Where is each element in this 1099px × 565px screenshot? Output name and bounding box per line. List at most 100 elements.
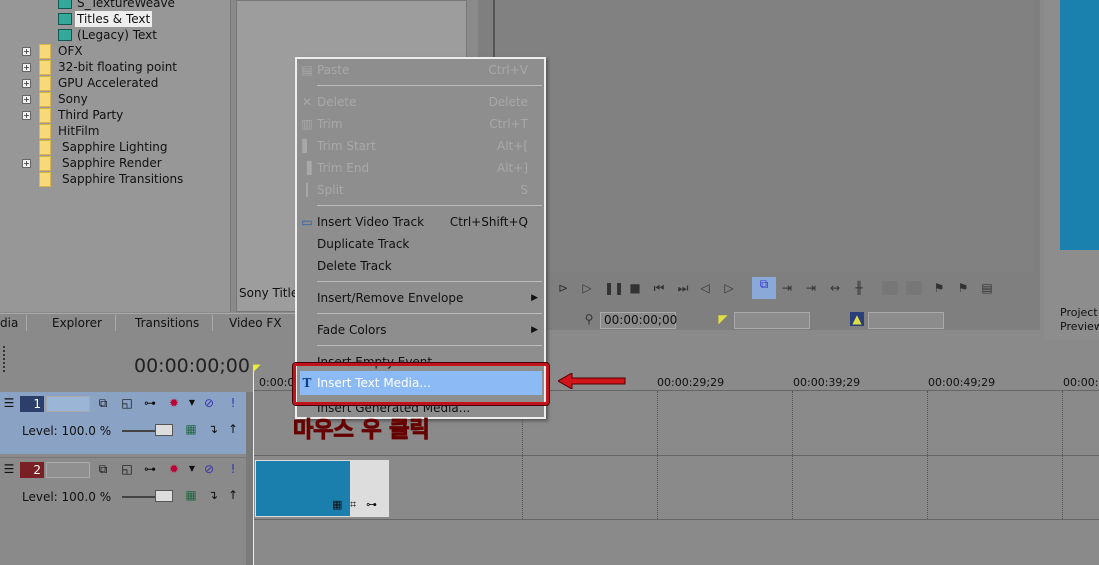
menu-item-shortcut: Ctrl+Shift+Q <box>449 215 528 229</box>
event-fx-icon[interactable]: ▦ <box>184 422 198 436</box>
track-1[interactable]: ☰ 1 ⧉ ◱ ⊶ ✹ ▼ ⊘ ! Level: 100.0 % ▦ ↴ ↑ <box>0 392 246 454</box>
solo-icon[interactable]: ! <box>226 396 240 410</box>
track-fx-icon[interactable]: ⊶ <box>143 462 157 476</box>
track-expand-icon[interactable]: ☰ <box>2 396 16 410</box>
menu-item-trim[interactable]: ▥ Trim Ctrl+T <box>297 114 544 134</box>
menu-item-label: Trim <box>317 117 343 131</box>
trim-icon[interactable]: ⇥ <box>804 281 818 295</box>
expand-icon[interactable]: + <box>22 79 31 88</box>
menu-item-label: Insert Text Media... <box>317 376 431 390</box>
grip-handle[interactable] <box>3 346 6 372</box>
track-level: Level: 100.0 % <box>22 490 112 504</box>
go-end-icon[interactable]: ⏭ <box>676 281 690 295</box>
move-down-icon[interactable]: ↴ <box>206 488 220 502</box>
move-up-icon[interactable]: ↑ <box>226 488 240 502</box>
submenu-arrow-icon: ▶ <box>531 325 538 335</box>
gear-icon[interactable]: ✹ <box>167 396 181 410</box>
track-expand-icon[interactable]: ☰ <box>2 462 16 476</box>
level-slider-handle[interactable] <box>155 490 173 502</box>
track-level: Level: 100.0 % <box>22 424 112 438</box>
annotation-text: 마우스 우 클릭 <box>293 418 431 444</box>
track-number: 1 <box>20 396 44 412</box>
menu-item-label: Insert Video Track <box>317 215 425 229</box>
expand-icon[interactable]: + <box>22 111 31 120</box>
move-down-icon[interactable]: ↴ <box>206 422 220 436</box>
composite-mode-icon[interactable]: ⧉ <box>96 462 110 476</box>
marker-icon[interactable]: ⚑ <box>932 281 946 295</box>
clip-tail[interactable]: ▦ ⌗ ⊶ <box>332 461 388 516</box>
menu-item-insert-remove-envelope[interactable]: Insert/Remove Envelope ▶ <box>297 288 544 308</box>
menu-item-label: Fade Colors <box>317 323 387 337</box>
play-icon[interactable]: ▷ <box>580 281 594 295</box>
track-motion-icon[interactable]: ◱ <box>120 462 134 476</box>
menu-item-label: Delete Track <box>317 259 392 273</box>
playhead[interactable] <box>253 365 254 565</box>
trim-icon[interactable]: ⇥ <box>780 281 794 295</box>
snap-icon[interactable]: ⧉ <box>752 277 776 299</box>
tab-explorer[interactable]: Explorer <box>44 315 116 331</box>
expand-icon[interactable]: + <box>22 63 31 72</box>
chevron-down-icon[interactable]: ▼ <box>185 396 199 410</box>
prev-frame-icon[interactable]: ◁ <box>698 281 712 295</box>
chevron-down-icon[interactable]: ▼ <box>185 462 199 476</box>
split-icon[interactable]: ╫ <box>852 281 866 295</box>
region-marker-icon[interactable]: ⚑ <box>956 281 970 295</box>
menu-item-delete-track[interactable]: Delete Track <box>297 256 544 276</box>
menu-item-shortcut: S <box>520 183 528 197</box>
crop-icon[interactable]: ⌗ <box>350 498 356 512</box>
event-fx-icon[interactable]: ▦ <box>332 498 342 511</box>
menu-item-duplicate-track[interactable]: Duplicate Track <box>297 234 544 254</box>
event-fx-chain-icon[interactable]: ⊶ <box>366 498 377 511</box>
move-up-icon[interactable]: ↑ <box>226 422 240 436</box>
pause-icon[interactable]: ❚❚ <box>604 281 624 295</box>
gear-icon[interactable]: ✹ <box>167 462 181 476</box>
stop-icon[interactable]: ■ <box>628 281 642 295</box>
region-icon[interactable] <box>882 281 898 295</box>
cursor-time-field[interactable]: 00:00:00;00 <box>600 312 677 329</box>
trim-icon[interactable]: ↔ <box>828 281 842 295</box>
track-2[interactable]: ☰ 2 ⧉ ◱ ⊶ ✹ ▼ ⊘ ! Level: 100.0 % ▦ ↴ ↑ <box>0 457 246 519</box>
tab-media[interactable]: dia <box>0 315 28 331</box>
menu-item-fade-colors[interactable]: Fade Colors ▶ <box>297 320 544 340</box>
play-from-start-icon[interactable]: ⊳ <box>556 281 570 295</box>
tree-item-label: 32-bit floating point <box>58 60 178 74</box>
folder-icon <box>39 108 51 123</box>
folder-icon <box>39 76 51 91</box>
menu-item-insert-video-track[interactable]: ▭ Insert Video Track Ctrl+Shift+Q <box>297 212 544 232</box>
selection-start-field[interactable] <box>734 312 810 329</box>
folder-icon <box>39 172 51 187</box>
menu-item-delete[interactable]: ✕ Delete Delete <box>297 92 544 112</box>
solo-icon[interactable]: ! <box>226 462 240 476</box>
menu-item-shortcut: Ctrl+T <box>489 117 528 131</box>
expand-icon[interactable]: + <box>22 95 31 104</box>
selection-length-icon: ▲ <box>850 312 864 326</box>
track-fx-icon[interactable]: ⊶ <box>143 396 157 410</box>
menu-item-split[interactable]: ┃ Split S <box>297 180 544 200</box>
mute-icon[interactable]: ⊘ <box>202 462 216 476</box>
expand-icon[interactable]: + <box>22 47 31 56</box>
mute-icon[interactable]: ⊘ <box>202 396 216 410</box>
track-divider[interactable] <box>246 392 253 565</box>
go-start-icon[interactable]: ⏮ <box>652 281 666 295</box>
region-icon[interactable] <box>906 281 922 295</box>
track-name-field[interactable] <box>46 462 90 478</box>
selection-length-field[interactable] <box>868 312 944 329</box>
menu-item-trim-end[interactable]: ▐ Trim End Alt+] <box>297 158 544 178</box>
track-name-field[interactable] <box>46 396 90 412</box>
menu-item-insert-text-media[interactable]: T Insert Text Media... <box>297 373 544 393</box>
menu-item-paste[interactable]: ▤ Paste Ctrl+V <box>297 60 544 80</box>
track-motion-icon[interactable]: ◱ <box>120 396 134 410</box>
next-frame-icon[interactable]: ▷ <box>722 281 736 295</box>
playhead-marker-icon[interactable]: ◤ <box>253 363 261 374</box>
menu-separator <box>317 281 542 282</box>
tab-video-fx[interactable]: Video FX <box>221 315 301 331</box>
level-slider-handle[interactable] <box>155 424 173 436</box>
save-snapshot-icon[interactable]: ▤ <box>980 281 994 295</box>
event-fx-icon[interactable]: ▦ <box>184 488 198 502</box>
composite-mode-icon[interactable]: ⧉ <box>96 396 110 410</box>
project-label: Project <box>1060 306 1098 319</box>
ruler-label: 00:00:39;29 <box>793 376 861 389</box>
expand-icon[interactable]: + <box>22 159 31 168</box>
menu-item-trim-start[interactable]: ▌ Trim Start Alt+[ <box>297 136 544 156</box>
tab-transitions[interactable]: Transitions <box>127 315 213 331</box>
